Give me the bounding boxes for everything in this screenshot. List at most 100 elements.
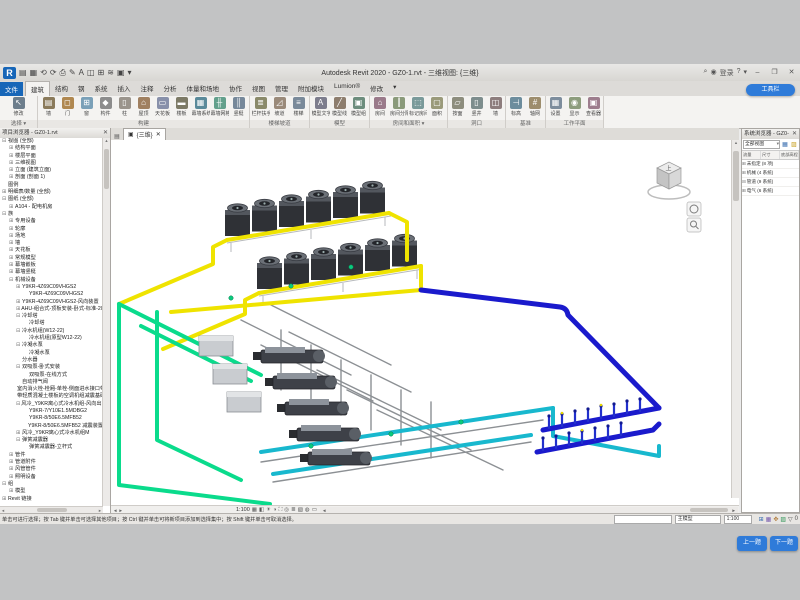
ribbon-button[interactable]: ⌂屋顶 [135, 97, 153, 117]
tree-item[interactable]: ⊞ 管件 [0, 452, 103, 459]
tree-item[interactable]: 自动排气阀 [0, 379, 103, 386]
ribbon-tab[interactable]: 钢 [73, 81, 90, 96]
expander-icon[interactable]: ⊟ [2, 138, 7, 145]
chevron-down-icon[interactable]: ▾ [743, 68, 747, 78]
tree-item[interactable]: ⊞ 楼层平面 [0, 153, 103, 160]
ribbon-tab[interactable]: 分析 [159, 81, 182, 96]
expander-icon[interactable]: ⊞ [9, 167, 14, 174]
tree-item[interactable]: 冷水机组(原型W12-22) [0, 335, 103, 342]
tree-item[interactable]: ⊞ 结构平面 [0, 145, 103, 152]
exclude-options-icon[interactable]: ▦ [766, 516, 772, 523]
tree-item[interactable]: ⊞ Y9KR-4Z69C09VHGS2 [0, 284, 103, 291]
ribbon-tab[interactable]: 结构 [50, 81, 73, 96]
ribbon-button[interactable]: ┃房间分隔 [390, 97, 408, 117]
qat-icon[interactable]: ◫ [87, 68, 95, 78]
expander-icon[interactable]: ⊞ [2, 189, 7, 196]
tree-item[interactable]: 双吸泵-在线方式 [0, 372, 103, 379]
filter-icon[interactable]: ▽ [788, 516, 793, 523]
expander-icon[interactable]: ⊞ [9, 153, 14, 160]
expander-icon[interactable]: ⊞ [9, 233, 14, 240]
tree-item[interactable]: 图例 [0, 182, 103, 189]
ribbon-button[interactable]: ▬楼板 [173, 97, 191, 117]
revit-logo-icon[interactable]: R [3, 67, 16, 79]
workset-field[interactable] [614, 515, 672, 524]
project-browser-hscrollbar[interactable]: ◄► [0, 506, 103, 513]
tree-item[interactable]: ⊞ AHU-组合式-顶板安装-卧式-标准-2000-50000 CMH [0, 306, 103, 313]
ribbon-button[interactable]: ╱模型线 [331, 97, 349, 117]
panel-label[interactable]: 模型 [310, 120, 369, 128]
tree-item[interactable]: Y9KR-8/50E6.5MFB52 减震装置 [0, 423, 103, 430]
expander-icon[interactable]: ⊞ [16, 299, 21, 306]
ribbon-button[interactable]: ▣查看器 [585, 97, 603, 117]
signin-label[interactable]: 登录 [720, 68, 734, 78]
tree-item[interactable]: ⊟ 图纸 (全部) [0, 196, 103, 203]
ribbon-button[interactable]: ◻门 [59, 97, 77, 117]
sb-icon-1[interactable]: ▦ [781, 141, 789, 149]
expander-icon[interactable]: ⊞ [742, 160, 746, 168]
expander-icon[interactable] [16, 379, 21, 386]
tree-item[interactable]: ⊞ 天花板 [0, 247, 103, 254]
select-by-face-icon[interactable]: ▨ [780, 516, 786, 523]
infocenter-icons[interactable]: ⌕ ◉ 登录 ? ▾ [704, 68, 747, 78]
ribbon-tab[interactable]: 附加模块 [293, 81, 329, 96]
ribbon-button[interactable]: ▱按面 [449, 97, 467, 117]
ribbon-button[interactable]: ╫幕墙网格 [211, 97, 229, 117]
tree-item[interactable]: ⊞ 风管管件 [0, 466, 103, 473]
ribbon-button[interactable]: ⊞窗 [78, 97, 96, 117]
viewcube[interactable]: 上 [648, 162, 690, 199]
project-browser-vscrollbar[interactable]: ▲ [102, 138, 110, 506]
view-tab-3d[interactable]: ▣ {三维} ✕ [123, 128, 166, 140]
expander-icon[interactable]: ⊞ [9, 247, 14, 254]
view-filter-dropdown[interactable]: 全部视图▾ [743, 140, 780, 149]
expander-icon[interactable]: ⊟ [16, 313, 21, 320]
system-row[interactable]: ⊟ 管道 (9 系统) [742, 178, 799, 187]
qat-icon[interactable]: ✎ [69, 68, 76, 78]
expander-icon[interactable]: ⊟ [2, 211, 7, 218]
qat-icon[interactable]: ⎙ [60, 68, 66, 78]
qat-icon[interactable]: A [79, 68, 84, 78]
expander-icon[interactable]: ⊟ [16, 328, 21, 335]
file-tab[interactable]: 文件 [0, 82, 23, 96]
ribbon-tab[interactable]: ▾ [388, 81, 401, 96]
drag-elements-icon[interactable]: ✥ [773, 516, 778, 523]
tree-item[interactable]: ⊞ 常规模型 [0, 255, 103, 262]
prev-question-button[interactable]: 上一题 [737, 536, 767, 551]
expander-icon[interactable] [23, 350, 28, 357]
tree-item[interactable]: ⊟ 冷却塔 [0, 313, 103, 320]
tree-item[interactable]: ⊞ 轮廓 [0, 226, 103, 233]
ribbon-button[interactable]: ▢面积 [428, 97, 446, 117]
ribbon-button[interactable]: ▯竖井 [468, 97, 486, 117]
expander-icon[interactable] [23, 372, 28, 379]
expander-icon[interactable]: ⊟ [16, 401, 20, 408]
ribbon-button[interactable]: A模型文字 [312, 97, 330, 117]
panel-label[interactable]: 工作平面 [546, 120, 603, 128]
ribbon-tab[interactable]: 管理 [270, 81, 293, 96]
panel-label[interactable]: 楼梯坡道 [250, 120, 309, 128]
ribbon-button[interactable]: #轴网 [526, 97, 544, 117]
tree-item[interactable]: 冷却塔 [0, 320, 103, 327]
expander-icon[interactable] [23, 320, 28, 327]
expander-icon[interactable]: ⊟ [2, 481, 7, 488]
editable-only-icon[interactable]: ⊞ [759, 516, 764, 523]
tree-item[interactable]: ⊞ 照明设备 [0, 474, 103, 481]
drawing-vscrollbar[interactable]: ▲ [731, 140, 740, 498]
panel-label[interactable]: 选择 ▾ [0, 120, 37, 128]
expander-icon[interactable]: ⊟ [16, 342, 21, 349]
expander-icon[interactable]: ⊞ [16, 284, 21, 291]
ribbon-button[interactable]: ◿坡道 [271, 97, 289, 117]
expander-icon[interactable] [23, 291, 28, 298]
qat-icon[interactable]: ⊞ [98, 68, 105, 78]
tree-item[interactable]: ⊞ Revit 链接 [0, 496, 103, 503]
project-browser-header[interactable]: 项目浏览器 - GZ0-1.rvt ✕ [0, 128, 110, 138]
ribbon-tab[interactable]: 系统 [90, 81, 113, 96]
ribbon-button[interactable]: ⬚标记房间 [409, 97, 427, 117]
minimize-button[interactable]: – [751, 67, 764, 78]
ribbon-button[interactable]: ◉显示 [566, 97, 584, 117]
ribbon-button[interactable]: ≡楼梯 [290, 97, 308, 117]
overlay-toolbar-button[interactable]: 工具栏 [746, 84, 795, 96]
close-icon[interactable]: ✕ [103, 128, 110, 138]
expander-icon[interactable]: ⊟ [9, 277, 14, 284]
expander-icon[interactable]: ⊞ [742, 187, 746, 195]
ribbon-button[interactable]: ⌂房间 [371, 97, 389, 117]
ribbon-button[interactable]: ▦设置 [547, 97, 565, 117]
